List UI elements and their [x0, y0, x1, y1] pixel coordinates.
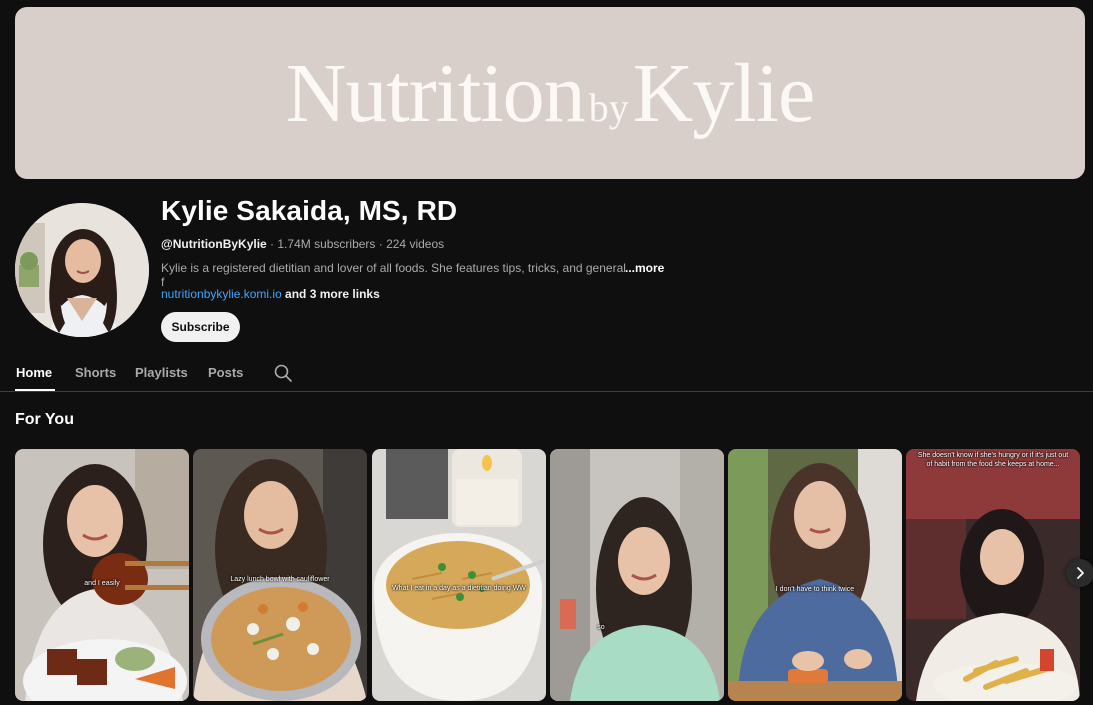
short-thumbnail[interactable]: What I eat in a day as a dietitian doing…	[372, 449, 546, 701]
short-thumbnail-image	[550, 449, 724, 701]
short-caption: Lazy lunch bowl with cauliflower	[230, 576, 330, 583]
subscribe-button[interactable]: Subscribe	[161, 312, 240, 342]
chevron-right-icon[interactable]	[1066, 559, 1093, 587]
channel-tabs: Home Shorts Playlists Posts	[0, 355, 1093, 392]
description-more-link[interactable]: ...more	[625, 261, 664, 275]
short-caption: What I eat in a day as a dietitian doing…	[392, 585, 526, 592]
channel-handle: @NutritionByKylie	[161, 237, 267, 251]
channel-banner: Nutrition by Kylie	[15, 7, 1085, 179]
short-thumbnail-image	[906, 449, 1080, 701]
channel-avatar[interactable]	[15, 203, 149, 337]
short-caption: She doesn't know if she's hungry or if i…	[917, 452, 1069, 468]
tab-playlists[interactable]: Playlists	[135, 365, 188, 380]
tab-posts[interactable]: Posts	[208, 365, 243, 380]
avatar-portrait-image	[15, 203, 149, 337]
more-links-link[interactable]: and 3 more links	[282, 287, 380, 301]
channel-link-url[interactable]: nutritionbykylie.komi.io	[161, 287, 282, 301]
section-title-for-you: For You	[15, 411, 74, 428]
search-icon[interactable]	[272, 362, 294, 384]
channel-name: Kylie Sakaida, MS, RD	[161, 195, 458, 226]
short-thumbnail-image	[372, 449, 546, 701]
channel-links: nutritionbykylie.komi.io and 3 more link…	[161, 287, 380, 301]
short-caption: so	[597, 624, 605, 631]
short-thumbnail[interactable]: I don't have to think twice	[728, 449, 902, 701]
short-caption: I don't have to think twice	[775, 586, 855, 593]
tab-home[interactable]: Home	[16, 365, 52, 380]
short-caption: and I easily	[84, 580, 120, 587]
short-thumbnail[interactable]: and I easily	[15, 449, 189, 701]
channel-stats: · 1.74M subscribers · 224 videos	[266, 237, 445, 251]
channel-meta: @NutritionByKylie · 1.74M subscribers · …	[161, 237, 444, 251]
short-thumbnail[interactable]: She doesn't know if she's hungry or if i…	[906, 449, 1080, 701]
short-thumbnail[interactable]: so	[550, 449, 724, 701]
short-thumbnail-image	[15, 449, 189, 701]
banner-logo: Nutrition by Kylie	[285, 45, 816, 142]
banner-logo-word-nutrition: Nutrition	[285, 46, 586, 140]
banner-logo-word-by: by	[588, 84, 629, 130]
short-thumbnail-image	[728, 449, 902, 701]
tab-shorts[interactable]: Shorts	[75, 365, 116, 380]
channel-description[interactable]: Kylie is a registered dietitian and love…	[161, 261, 631, 289]
banner-logo-word-kylie: Kylie	[632, 46, 816, 140]
short-thumbnail[interactable]: Lazy lunch bowl with cauliflower	[193, 449, 367, 701]
short-thumbnail-image	[193, 449, 367, 701]
active-tab-indicator	[15, 389, 55, 391]
